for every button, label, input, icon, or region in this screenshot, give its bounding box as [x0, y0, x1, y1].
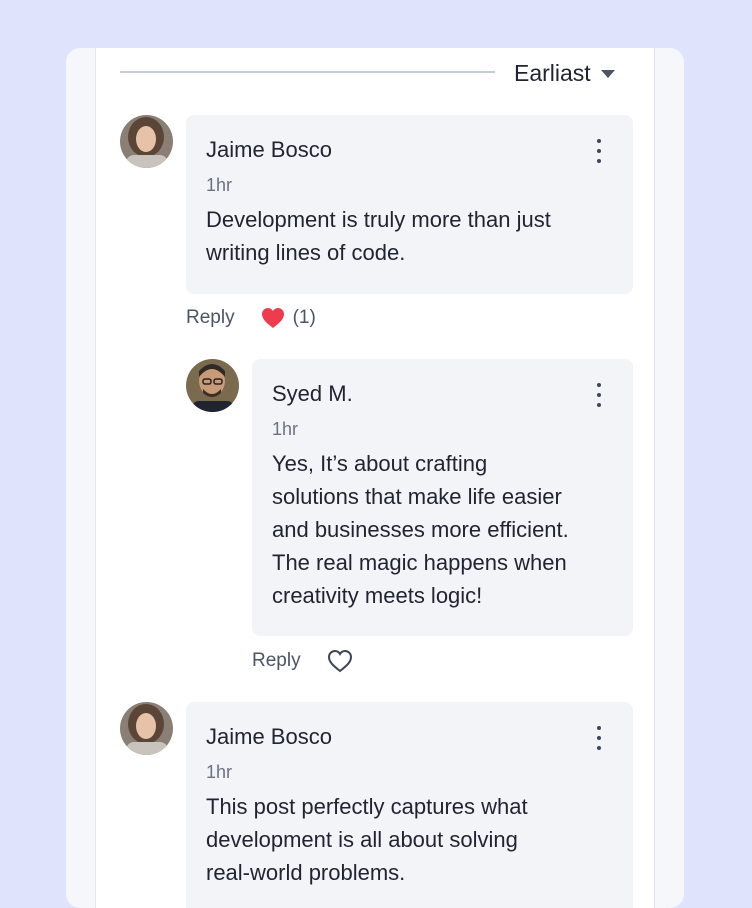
kebab-menu-icon[interactable]: [589, 139, 609, 163]
sort-row: Earliast: [120, 58, 630, 88]
kebab-menu-icon[interactable]: [589, 726, 609, 750]
comment-author[interactable]: Jaime Bosco: [206, 722, 613, 752]
comment-author[interactable]: Jaime Bosco: [206, 135, 613, 165]
comments-panel: Earliast Jaime Bosco 1hr Development is …: [66, 48, 684, 908]
heart-filled-icon: [261, 308, 284, 328]
heart-outline-icon: [327, 649, 352, 673]
comment-timestamp: 1hr: [272, 419, 299, 439]
comment-bubble: Jaime Bosco 1hr This post perfectly capt…: [186, 702, 633, 908]
comment-timestamp: 1hr: [206, 762, 233, 782]
sort-dropdown[interactable]: Earliast: [514, 58, 615, 88]
caret-down-icon: [600, 70, 615, 78]
comment-text: Development is truly more than just writ…: [206, 207, 551, 265]
kebab-menu-icon[interactable]: [589, 383, 609, 407]
comment-text: Yes, It’s about crafting solutions that …: [272, 451, 569, 608]
avatar[interactable]: [120, 115, 173, 168]
avatar[interactable]: [186, 359, 239, 412]
comment-author[interactable]: Syed M.: [272, 379, 613, 409]
avatar[interactable]: [120, 702, 173, 755]
reply-button[interactable]: Reply: [186, 307, 235, 329]
comment-text: This post perfectly captures what develo…: [206, 794, 528, 885]
comment-bubble: Jaime Bosco 1hr Development is truly mor…: [186, 115, 633, 294]
comments-card: Earliast Jaime Bosco 1hr Development is …: [95, 48, 655, 908]
reply-button[interactable]: Reply: [252, 650, 301, 672]
comment-actions: Reply: [252, 649, 353, 673]
comment-timestamp: 1hr: [206, 175, 233, 195]
comment-bubble: Syed M. 1hr Yes, It’s about crafting sol…: [252, 359, 633, 636]
like-button[interactable]: [327, 649, 353, 673]
comment-actions: Reply (1): [186, 307, 316, 329]
like-count: (1): [292, 307, 316, 328]
divider: [120, 71, 495, 73]
sort-label: Earliast: [514, 59, 591, 86]
like-button[interactable]: (1): [261, 307, 316, 329]
